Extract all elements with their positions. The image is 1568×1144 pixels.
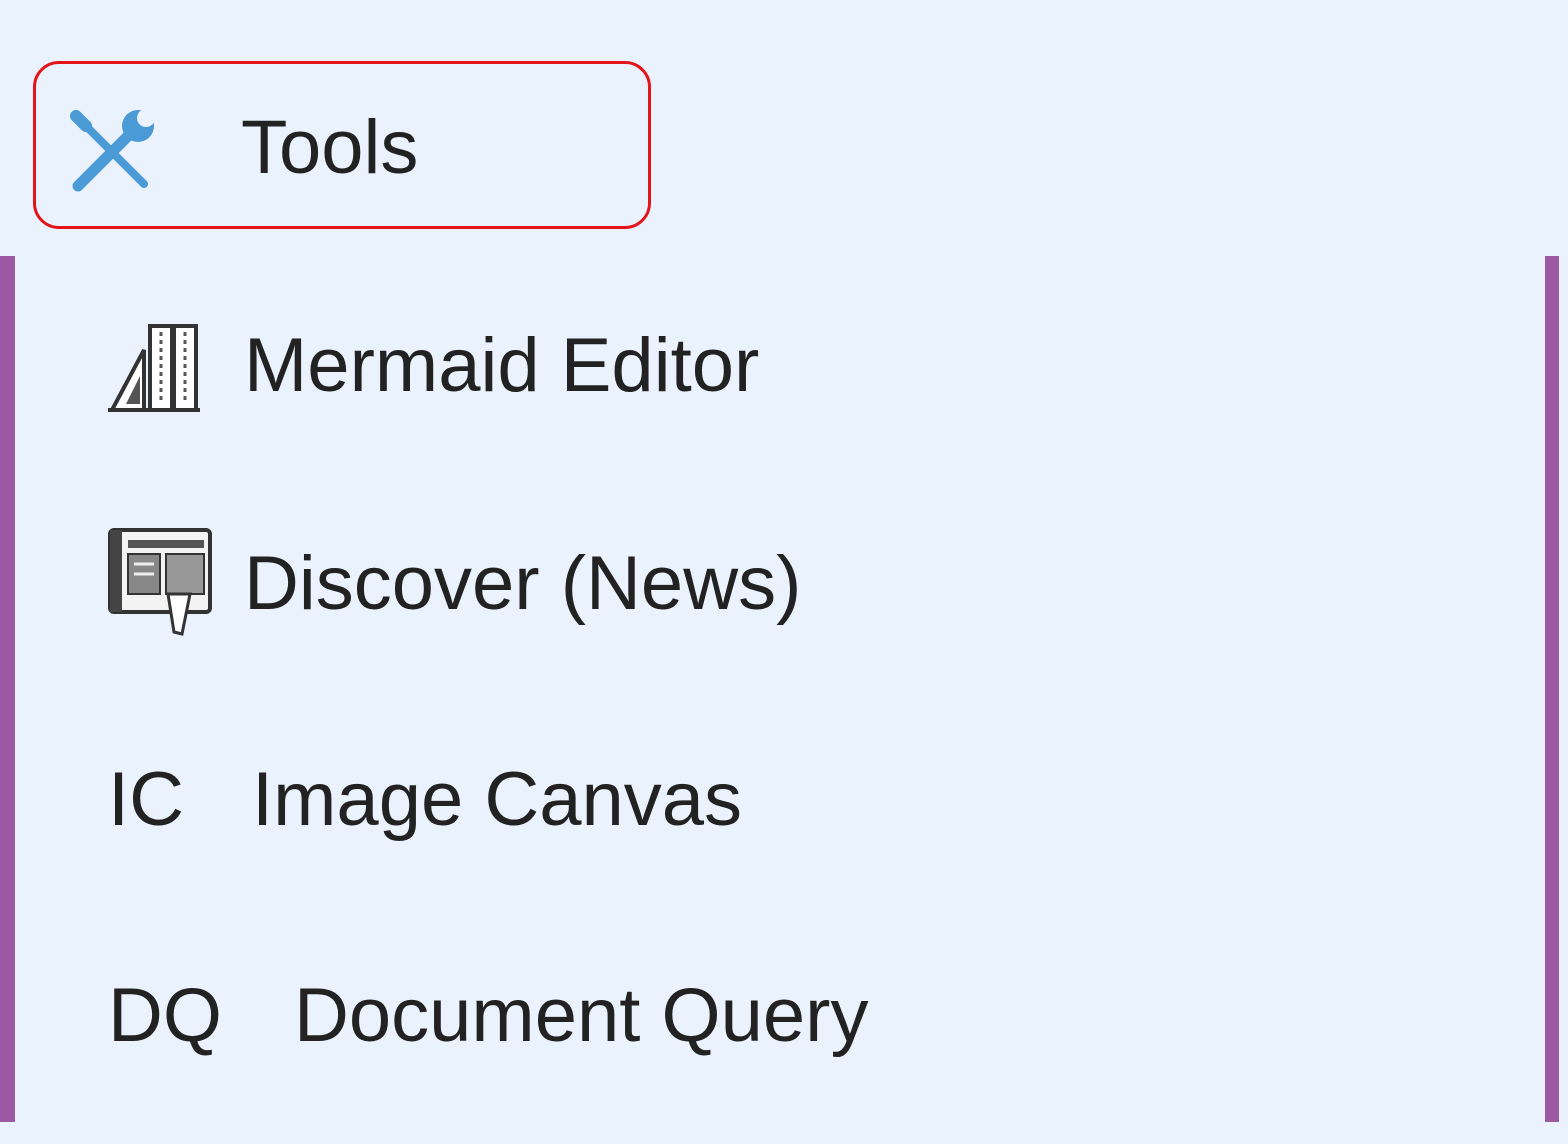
tools-submenu: Mermaid Editor Discover (News) IC Image …	[0, 256, 1568, 1122]
submenu-accent-bar-right	[1545, 256, 1559, 1122]
menu-item-discover-news[interactable]: Discover (News)	[108, 524, 1408, 644]
menu-item-abbr: IC	[108, 757, 184, 842]
tools-menu-header[interactable]: Tools	[33, 61, 651, 229]
menu-item-label: Mermaid Editor	[244, 323, 760, 408]
menu-item-document-query[interactable]: DQ Document Query	[108, 956, 1408, 1076]
menu-item-abbr: DQ	[108, 973, 222, 1058]
menu-item-label: Image Canvas	[252, 757, 743, 842]
tools-menu-label: Tools	[241, 105, 419, 190]
menu-item-mermaid-editor[interactable]: Mermaid Editor	[108, 306, 1408, 426]
menu-item-label: Document Query	[294, 973, 869, 1058]
menu-item-label: Discover (News)	[244, 541, 802, 626]
submenu-accent-bar-left	[0, 256, 15, 1122]
mermaid-diagram-icon	[108, 320, 204, 419]
news-discover-icon	[108, 528, 214, 643]
wrench-screwdriver-icon	[66, 105, 158, 198]
menu-item-image-canvas[interactable]: IC Image Canvas	[108, 740, 1408, 860]
